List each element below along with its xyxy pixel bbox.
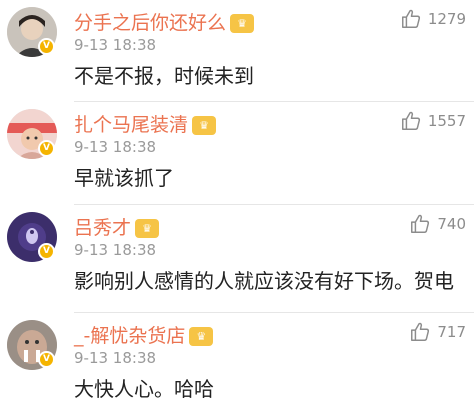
like-count: 740 bbox=[437, 215, 466, 233]
thumbs-up-icon bbox=[411, 214, 430, 233]
username[interactable]: 扎个马尾装清 ♛ bbox=[74, 110, 217, 137]
comment-text: 影响别人感情的人就应该没有好下场。贺电 bbox=[74, 269, 454, 293]
comment-text: 早就该抓了 bbox=[74, 166, 174, 190]
username[interactable]: 分手之后你还好么 ♛ bbox=[74, 8, 255, 35]
comment-time: 9-13 18:38 bbox=[74, 138, 157, 156]
comment-time: 9-13 18:38 bbox=[74, 241, 157, 259]
comment-item: V 吕秀才 ♛ 9-13 18:38 影响别人感情的人就应该没有好下场。贺电 74… bbox=[0, 205, 474, 313]
like-count: 717 bbox=[437, 323, 466, 341]
like-button[interactable]: 1557 bbox=[400, 110, 466, 132]
like-count: 1557 bbox=[427, 112, 466, 130]
vip-crown-icon: ♛ bbox=[230, 14, 255, 33]
comment-item: V 分手之后你还好么 ♛ 9-13 18:38 不是不报，时候未到 1279 bbox=[0, 0, 474, 102]
thumbs-up-icon bbox=[411, 322, 430, 341]
comment-time: 9-13 18:38 bbox=[74, 36, 157, 54]
verified-badge-icon: V bbox=[38, 38, 55, 55]
comment-text: 大快人心。哈哈 bbox=[74, 377, 214, 401]
username-text[interactable]: 分手之后你还好么 bbox=[74, 12, 226, 34]
comment-time: 9-13 18:38 bbox=[74, 349, 157, 367]
vip-crown-icon: ♛ bbox=[189, 327, 214, 346]
username[interactable]: _-解忧杂货店 ♛ bbox=[74, 321, 214, 348]
verified-badge-icon: V bbox=[38, 351, 55, 368]
like-count: 1279 bbox=[427, 10, 466, 28]
comment-text: 不是不报，时候未到 bbox=[74, 64, 254, 88]
comment-item: V 扎个马尾装清 ♛ 9-13 18:38 早就该抓了 1557 bbox=[0, 102, 474, 205]
like-button[interactable]: 740 bbox=[409, 213, 466, 235]
verified-badge-icon: V bbox=[38, 243, 55, 260]
vip-crown-icon: ♛ bbox=[135, 219, 160, 238]
thumbs-up-icon bbox=[401, 9, 420, 28]
username[interactable]: 吕秀才 ♛ bbox=[74, 213, 160, 240]
like-button[interactable]: 1279 bbox=[400, 8, 466, 30]
verified-badge-icon: V bbox=[38, 140, 55, 157]
username-text[interactable]: _-解忧杂货店 bbox=[74, 325, 185, 347]
thumbs-up-icon bbox=[401, 111, 420, 130]
username-text[interactable]: 吕秀才 bbox=[74, 217, 131, 239]
vip-crown-icon: ♛ bbox=[192, 116, 217, 135]
comment-item: V _-解忧杂货店 ♛ 9-13 18:38 大快人心。哈哈 717 bbox=[0, 313, 474, 413]
like-button[interactable]: 717 bbox=[409, 321, 466, 343]
username-text[interactable]: 扎个马尾装清 bbox=[74, 114, 188, 136]
